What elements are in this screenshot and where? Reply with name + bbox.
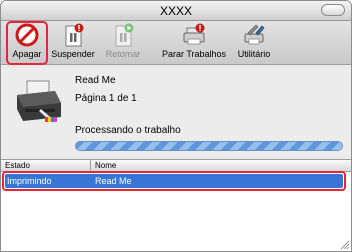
toolbar-toggle-button[interactable] xyxy=(321,4,345,16)
row-estado-cell: Imprimindo xyxy=(7,176,52,186)
apagar-label: Apagar xyxy=(12,49,42,59)
job-document-name: Read Me xyxy=(75,75,116,86)
printer-icon xyxy=(17,80,61,125)
job-progress-fill xyxy=(76,142,342,150)
print-queue-window: XXXX Apagar Suspender Retomar Parar Trab… xyxy=(0,0,352,252)
parar-trabalhos-label: Parar Trabalhos xyxy=(161,49,227,59)
resume-icon xyxy=(115,23,134,47)
delete-icon xyxy=(15,23,39,47)
row-nome-cell: Read Me xyxy=(95,176,132,186)
job-progress-bar xyxy=(75,141,343,151)
suspender-button[interactable]: Suspender xyxy=(49,23,97,63)
job-list-table: Estado Nome Imprimindo Read Me xyxy=(1,159,351,251)
retomar-button[interactable]: Retomar xyxy=(101,23,145,63)
pause-icon xyxy=(65,23,84,47)
resize-grip-icon[interactable] xyxy=(339,239,349,249)
job-status-text: Processando o trabalho xyxy=(75,125,181,136)
retomar-label: Retomar xyxy=(105,49,141,59)
job-page-info: Página 1 de 1 xyxy=(75,93,137,104)
window-title: XXXX xyxy=(159,4,192,18)
stop-jobs-icon xyxy=(183,23,205,45)
utilitario-label: Utilitário xyxy=(237,49,271,59)
parar-trabalhos-button[interactable]: Parar Trabalhos xyxy=(161,23,227,63)
utility-icon xyxy=(244,24,265,45)
apagar-button[interactable]: Apagar xyxy=(6,21,48,65)
suspender-label: Suspender xyxy=(51,49,95,59)
toolbar: Apagar Suspender Retomar Parar Trabalhos… xyxy=(1,21,351,65)
title-bar: XXXX xyxy=(1,1,351,21)
table-row[interactable]: Imprimindo Read Me xyxy=(5,174,343,188)
utilitario-button[interactable]: Utilitário xyxy=(231,23,277,63)
